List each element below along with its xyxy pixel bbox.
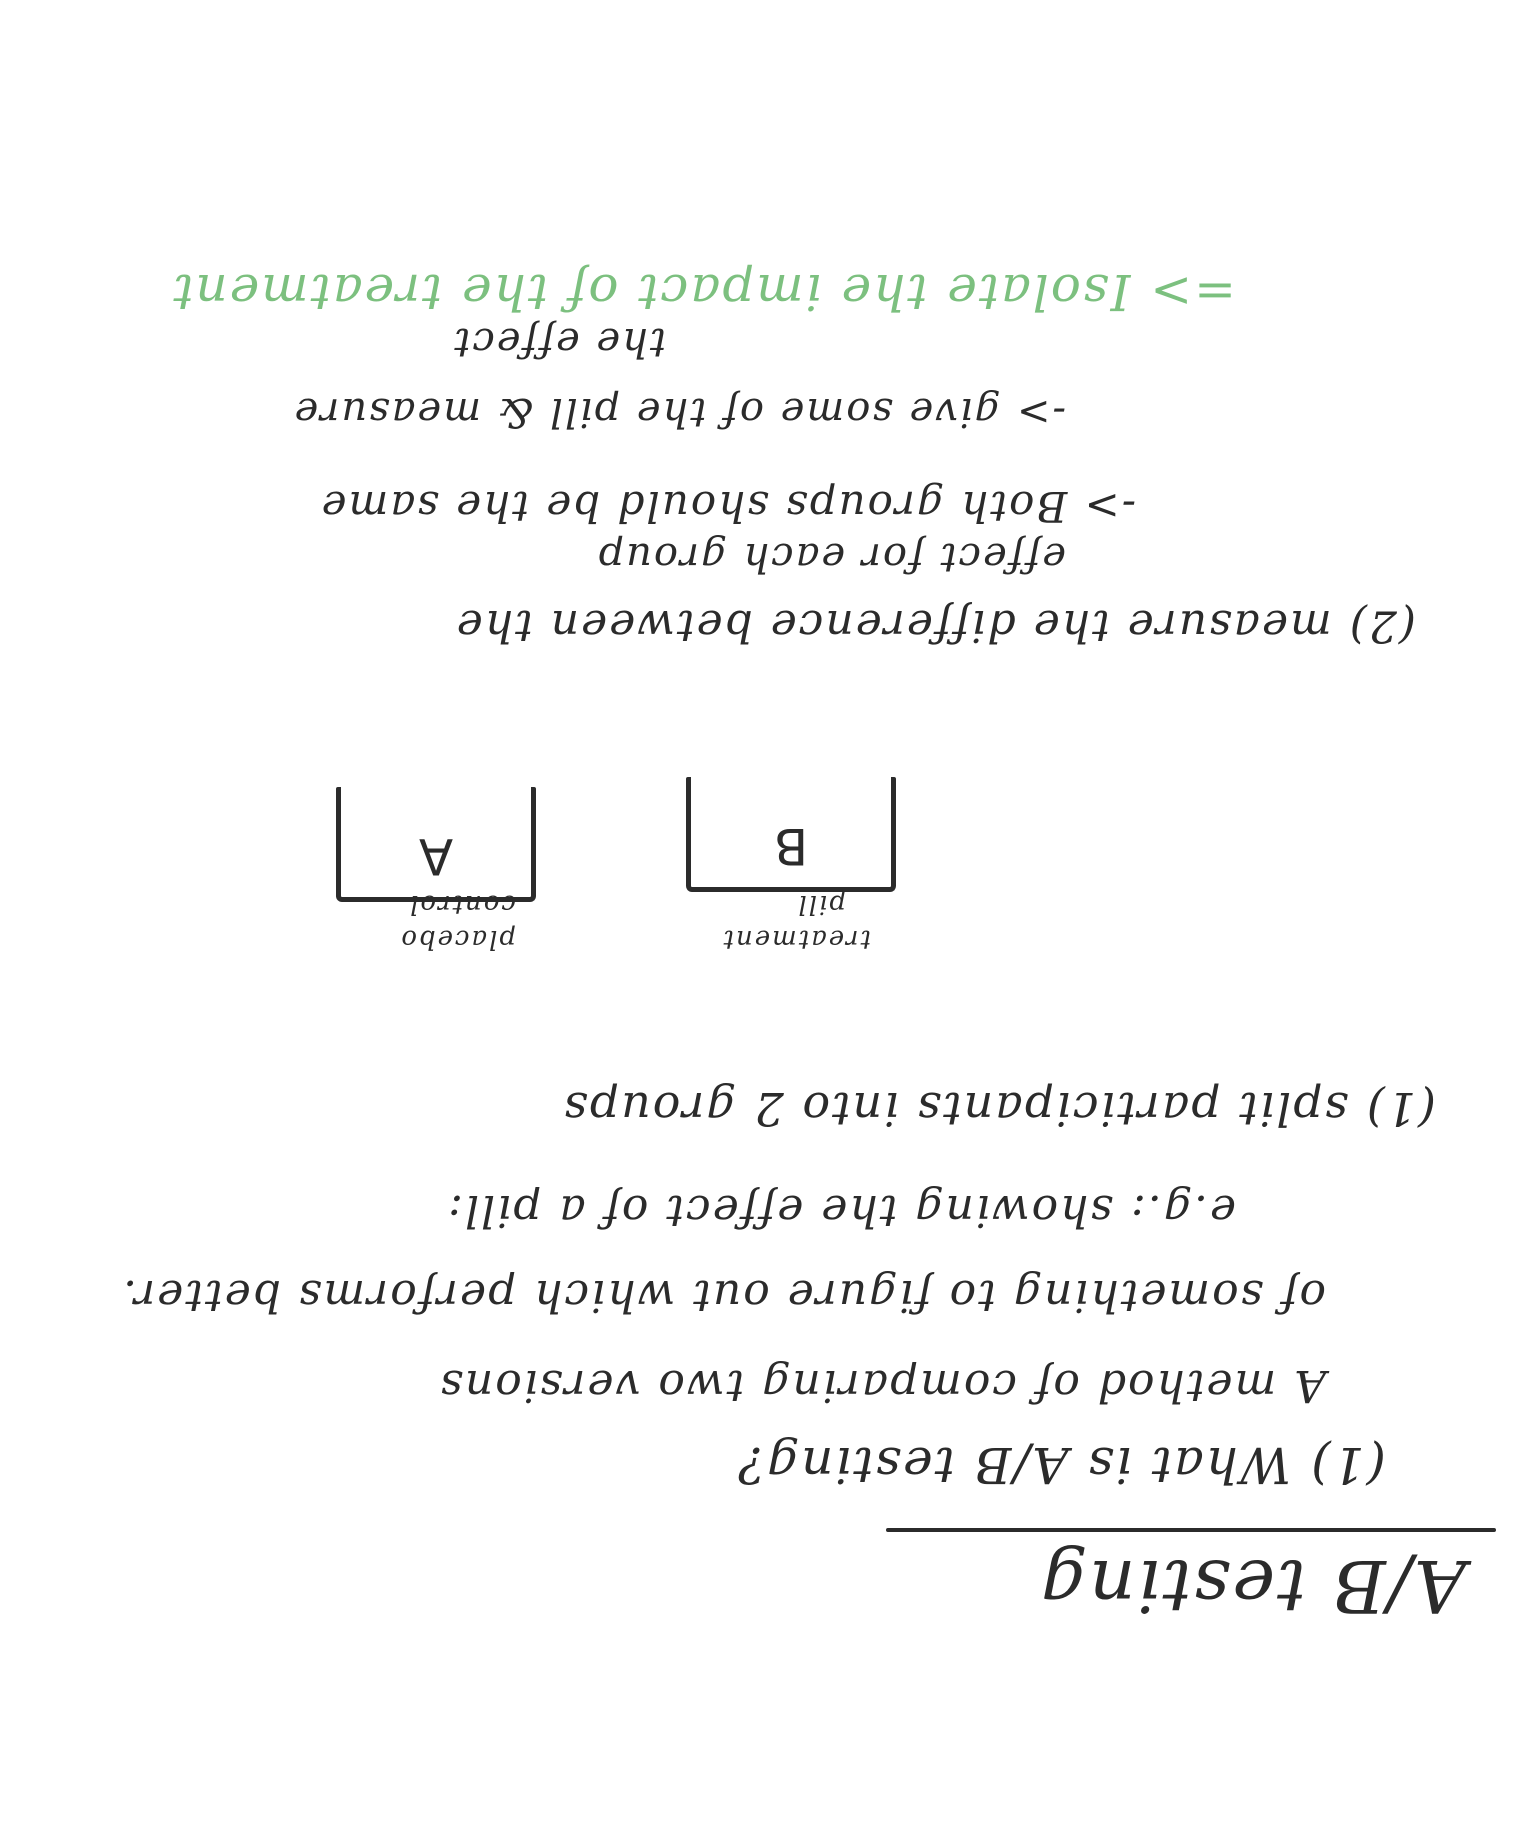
question-line: (1) What is A/B testing? (736, 1436, 1386, 1494)
example-line: e.g.: showing the effect of a pill: (446, 1185, 1236, 1236)
step-2-line-1: (2) measure the difference between the (454, 600, 1416, 651)
group-a-caption-placebo: placebo (399, 924, 516, 954)
group-b-caption-treatment: treatment (721, 924, 871, 954)
conclusion-line: => Isolate the impact of the treatment (171, 263, 1236, 321)
notes-heading: A/B testing (1039, 1544, 1466, 1628)
step-2-line-3: -> give some of the pill & measure (292, 389, 1066, 435)
group-a-caption-control: control (408, 889, 516, 919)
step-2-line-2: effect for each group (596, 534, 1066, 580)
step-1-line: (1) split participants into 2 groups (562, 1082, 1436, 1136)
heading-underline (886, 1528, 1496, 1532)
group-a-letter: A (418, 827, 454, 885)
group-a-box: A (336, 787, 536, 902)
step-2-line-4: the effect (452, 319, 666, 365)
handwritten-notes-page: A/B testing (1) What is A/B testing? A m… (0, 0, 1536, 1832)
group-b-letter: B (773, 817, 809, 875)
step-2-line-5: -> Both groups should be the same (319, 482, 1136, 531)
group-b-caption-pill: pill (796, 889, 846, 919)
definition-line-2: of something to figure out which perform… (121, 1270, 1326, 1321)
definition-line-1: A method of comparing two versions (438, 1360, 1326, 1411)
group-b-box: B (686, 777, 896, 892)
